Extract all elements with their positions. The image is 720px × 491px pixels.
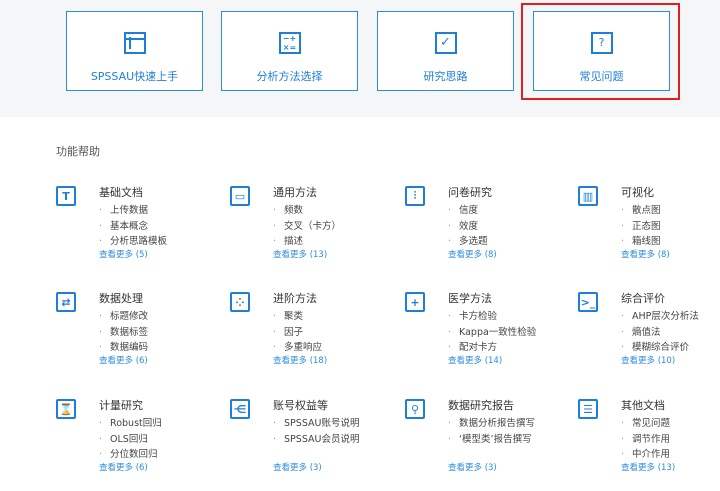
category-7: >_ 综合评价 AHP层次分析法熵值法模糊综合评价查看更多 (10) [578, 290, 720, 380]
category-icon: ⁘ [230, 292, 250, 312]
category-icon: ⇄ [56, 292, 76, 312]
category-list: AHP层次分析法熵值法模糊综合评价 [621, 309, 699, 356]
category-list: 聚类因子多重响应 [273, 309, 322, 356]
view-more-link[interactable]: 查看更多 (6) [99, 461, 148, 473]
category-link[interactable]: AHP层次分析法 [621, 309, 699, 325]
category-icon: T [56, 186, 76, 206]
category-link[interactable]: 频数 [273, 203, 341, 219]
category-title[interactable]: 进阶方法 [273, 290, 317, 306]
category-icon: ▥ [578, 186, 598, 206]
category-link[interactable]: SPSSAU会员说明 [273, 432, 359, 448]
category-link[interactable]: 调节作用 [621, 432, 670, 448]
category-link[interactable]: 因子 [273, 325, 322, 341]
category-list: 卡方检验Kappa一致性检验配对卡方 [448, 309, 536, 356]
category-icon: ⫶ [405, 186, 425, 206]
view-more-link[interactable]: 查看更多 (10) [621, 354, 675, 366]
category-4: ⇄ 数据处理标题修改数据标签数据编码查看更多 (6) [56, 290, 206, 380]
card-quick-start[interactable]: SPSSAU快速上手 [66, 11, 203, 91]
category-icon: + [405, 292, 425, 312]
category-title[interactable]: 通用方法 [273, 184, 317, 200]
category-list: 常见问题调节作用中介作用 [621, 416, 670, 463]
view-more-link[interactable]: 查看更多 (13) [621, 461, 675, 473]
category-link[interactable]: Robust回归 [99, 416, 162, 432]
category-list: 频数交叉（卡方）描述 [273, 203, 341, 250]
category-link[interactable]: 效度 [448, 219, 488, 235]
category-list: SPSSAU账号说明SPSSAU会员说明 [273, 416, 359, 447]
category-0: T 基础文档上传数据基本概念分析思路模板查看更多 (5) [56, 184, 206, 274]
card-label: SPSSAU快速上手 [90, 70, 179, 83]
category-title[interactable]: 计量研究 [99, 397, 143, 413]
view-more-link[interactable]: 查看更多 (18) [273, 354, 327, 366]
category-10: ⚲ 数据研究报告数据分析报告撰写‘模型类’报告撰写查看更多 (3) [405, 397, 555, 487]
category-title[interactable]: 数据研究报告 [448, 397, 514, 413]
category-link[interactable]: 卡方检验 [448, 309, 536, 325]
category-title[interactable]: 基础文档 [99, 184, 143, 200]
category-9: ⋲ 账号权益等 SPSSAU账号说明SPSSAU会员说明查看更多 (3) [230, 397, 380, 487]
category-icon: ⋲ [230, 399, 250, 419]
category-link[interactable]: ‘模型类’报告撰写 [448, 432, 535, 448]
category-link[interactable]: 正态图 [621, 219, 661, 235]
card-research-ideas[interactable]: ✓ 研究思路 [377, 11, 514, 91]
category-link[interactable]: Kappa一致性检验 [448, 325, 536, 341]
category-list: 信度效度多选题 [448, 203, 488, 250]
category-6: + 医学方法卡方检验Kappa一致性检验配对卡方查看更多 (14) [405, 290, 555, 380]
view-more-link[interactable]: 查看更多 (3) [448, 461, 497, 473]
view-more-link[interactable]: 查看更多 (3) [273, 461, 322, 473]
category-link[interactable]: 数据分析报告撰写 [448, 416, 535, 432]
card-label: 研究思路 [423, 70, 468, 83]
category-link[interactable]: 聚类 [273, 309, 322, 325]
category-link[interactable]: 数据标签 [99, 325, 148, 341]
card-label: 分析方法选择 [256, 70, 323, 83]
category-link[interactable]: 熵值法 [621, 325, 699, 341]
category-3: ▥ 可视化散点图正态图箱线图查看更多 (8) [578, 184, 720, 274]
category-title[interactable]: 账号权益等 [273, 397, 328, 413]
category-title[interactable]: 医学方法 [448, 290, 492, 306]
category-link[interactable]: 交叉（卡方） [273, 219, 341, 235]
highlight-box [521, 3, 680, 100]
category-1: ▭ 通用方法频数交叉（卡方）描述查看更多 (13) [230, 184, 380, 274]
category-link[interactable]: 散点图 [621, 203, 661, 219]
category-icon: >_ [578, 292, 598, 312]
category-link[interactable]: SPSSAU账号说明 [273, 416, 359, 432]
category-title[interactable]: 可视化 [621, 184, 654, 200]
calculator-icon: −+ ×= [278, 32, 301, 54]
view-more-link[interactable]: 查看更多 (8) [621, 248, 670, 260]
category-list: Robust回归OLS回归分位数回归 [99, 416, 162, 463]
category-list: 散点图正态图箱线图 [621, 203, 661, 250]
category-link[interactable]: OLS回归 [99, 432, 162, 448]
view-more-link[interactable]: 查看更多 (6) [99, 354, 148, 366]
category-icon: ▭ [230, 186, 250, 206]
category-link[interactable]: 信度 [448, 203, 488, 219]
card-method-select[interactable]: −+ ×= 分析方法选择 [221, 11, 358, 91]
category-2: ⫶ 问卷研究信度效度多选题查看更多 (8) [405, 184, 555, 274]
view-more-link[interactable]: 查看更多 (13) [273, 248, 327, 260]
category-link[interactable]: 上传数据 [99, 203, 167, 219]
category-link[interactable]: 基本概念 [99, 219, 167, 235]
category-list: 数据分析报告撰写‘模型类’报告撰写 [448, 416, 535, 447]
category-list: 上传数据基本概念分析思路模板 [99, 203, 167, 250]
view-more-link[interactable]: 查看更多 (5) [99, 248, 148, 260]
category-link[interactable]: 标题修改 [99, 309, 148, 325]
checkbox-icon: ✓ [434, 32, 457, 54]
category-list: 标题修改数据标签数据编码 [99, 309, 148, 356]
view-more-link[interactable]: 查看更多 (14) [448, 354, 502, 366]
category-title[interactable]: 其他文档 [621, 397, 665, 413]
category-icon: ⌛ [56, 399, 76, 419]
category-title[interactable]: 数据处理 [99, 290, 143, 306]
category-11: ☰ 其他文档常见问题调节作用中介作用查看更多 (13) [578, 397, 720, 487]
section-title: 功能帮助 [56, 145, 100, 158]
category-icon: ☰ [578, 399, 598, 419]
category-8: ⌛ 计量研究 Robust回归OLS回归分位数回归查看更多 (6) [56, 397, 206, 487]
category-title[interactable]: 综合评价 [621, 290, 665, 306]
layout-icon [123, 32, 146, 54]
category-icon: ⚲ [405, 399, 425, 419]
category-title[interactable]: 问卷研究 [448, 184, 492, 200]
view-more-link[interactable]: 查看更多 (8) [448, 248, 497, 260]
category-5: ⁘ 进阶方法聚类因子多重响应查看更多 (18) [230, 290, 380, 380]
category-link[interactable]: 常见问题 [621, 416, 670, 432]
